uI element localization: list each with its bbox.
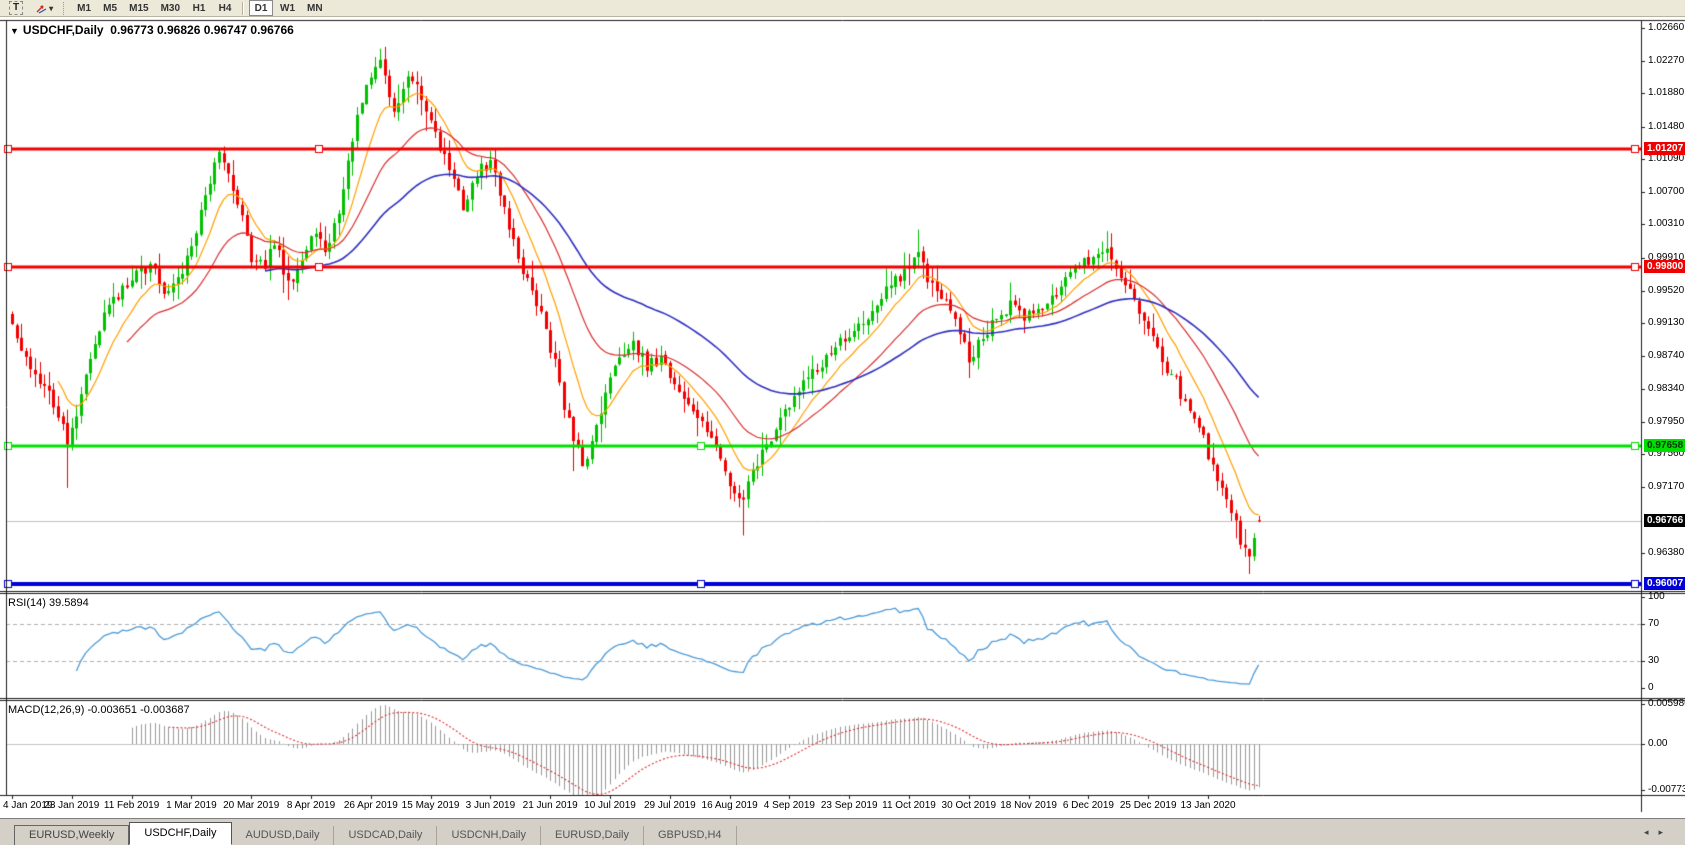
date-axis-label-8: 3 Jun 2019	[466, 800, 516, 811]
price-level-chip-0.99800[interactable]: 0.99800	[1644, 260, 1685, 273]
diagonal-arrows-icon	[35, 3, 48, 14]
price-axis-tick-0.98740: 0.98740	[1648, 350, 1684, 361]
trading-terminal-window: T ▾ M1M5M15M30H1H4 D1W1MN ▼ USDCHF,Daily 0…	[0, 0, 1685, 845]
date-axis-label-1: 23 Jan 2019	[44, 800, 99, 811]
timeframe-button-H4[interactable]: H4	[213, 0, 237, 16]
rsi-axis-tick-70: 70	[1648, 618, 1659, 629]
price-level-chip-0.96007[interactable]: 0.96007	[1644, 577, 1685, 590]
chart-tab-eurusd-daily[interactable]: EURUSD,Daily	[541, 826, 644, 845]
rsi-axis-tick-100: 100	[1648, 591, 1665, 602]
price-axis-tick-0.99130: 0.99130	[1648, 317, 1684, 328]
text-tool-button[interactable]: T	[4, 0, 28, 16]
date-axis-label-17: 18 Nov 2019	[1000, 800, 1057, 811]
price-axis-tick-1.00700: 1.00700	[1648, 186, 1684, 197]
chart-tab-usdcnh-daily[interactable]: USDCNH,Daily	[437, 826, 541, 845]
collapse-triangle-icon: ▼	[10, 26, 19, 36]
date-axis-label-3: 1 Mar 2019	[166, 800, 217, 811]
chart-tabs: EURUSD,WeeklyUSDCHF,DailyAUDUSD,DailyUSD…	[14, 822, 737, 845]
tab-scroll-left-icon[interactable]: ◂	[1644, 827, 1649, 838]
date-axis-label-10: 10 Jul 2019	[584, 800, 636, 811]
date-axis-label-13: 4 Sep 2019	[764, 800, 815, 811]
tab-scroll-controls: ◂ ▸	[1644, 819, 1663, 845]
date-axis-label-7: 15 May 2019	[402, 800, 460, 811]
rsi-axis-tick-30: 30	[1648, 655, 1659, 666]
date-axis-label-15: 11 Oct 2019	[882, 800, 936, 811]
date-axis-label-5: 8 Apr 2019	[287, 800, 335, 811]
timeframe-button-MN[interactable]: MN	[302, 0, 328, 16]
macd-name: MACD(12,26,9)	[8, 704, 84, 716]
tab-scroll-right-icon[interactable]: ▸	[1658, 827, 1663, 838]
price-chart-canvas[interactable]	[0, 17, 1685, 818]
price-axis-tick-1.02660: 1.02660	[1648, 22, 1684, 33]
price-axis-tick-1.02270: 1.02270	[1648, 55, 1684, 66]
date-axis-label-16: 30 Oct 2019	[942, 800, 996, 811]
chart-toolbar: T ▾ M1M5M15M30H1H4 D1W1MN	[0, 0, 1685, 17]
timeframe-button-H1[interactable]: H1	[187, 0, 211, 16]
chart-ohlc-values: 0.96773 0.96826 0.96747 0.96766	[110, 23, 294, 37]
date-axis-label-4: 20 Mar 2019	[223, 800, 279, 811]
macd-axis-tick--0.007737: -0.007737	[1648, 784, 1685, 795]
timeframe-button-D1[interactable]: D1	[249, 0, 273, 16]
chart-area: ▼ USDCHF,Daily 0.96773 0.96826 0.96747 0.…	[0, 17, 1685, 818]
rsi-axis-tick-0: 0	[1648, 682, 1654, 693]
rsi-value: 39.5894	[49, 597, 89, 609]
chart-tab-usdcad-daily[interactable]: USDCAD,Daily	[334, 826, 437, 845]
price-axis-tick-1.00310: 1.00310	[1648, 218, 1684, 229]
price-axis-tick-0.97950: 0.97950	[1648, 416, 1684, 427]
date-axis-label-6: 26 Apr 2019	[344, 800, 398, 811]
timeframe-button-M5[interactable]: M5	[98, 0, 122, 16]
macd-axis-tick-0.005986: 0.005986	[1648, 698, 1685, 709]
price-axis-tick-0.97170: 0.97170	[1648, 481, 1684, 492]
chart-tab-audusd-daily[interactable]: AUDUSD,Daily	[232, 826, 335, 845]
chart-tab-gbpusd-h4[interactable]: GBPUSD,H4	[644, 826, 737, 845]
price-axis-tick-0.96380: 0.96380	[1648, 547, 1684, 558]
arrow-tool-button[interactable]: ▾	[30, 0, 58, 16]
rsi-indicator-label: RSI(14) 39.5894	[8, 597, 89, 609]
timeframe-button-group: M1M5M15M30H1H4 D1W1MN	[72, 0, 327, 16]
price-axis-tick-0.99520: 0.99520	[1648, 285, 1684, 296]
rsi-name: RSI(14)	[8, 597, 46, 609]
timeframe-button-M1[interactable]: M1	[72, 0, 96, 16]
price-axis-tick-1.01880: 1.01880	[1648, 87, 1684, 98]
chart-title: ▼ USDCHF,Daily 0.96773 0.96826 0.96747 0.…	[10, 23, 294, 37]
date-axis-label-12: 16 Aug 2019	[702, 800, 758, 811]
price-level-chip-1.01207[interactable]: 1.01207	[1644, 142, 1685, 155]
macd-axis-tick-0.00: 0.00	[1648, 738, 1667, 749]
timeframe-button-M30[interactable]: M30	[156, 0, 185, 16]
dropdown-caret-icon: ▾	[49, 4, 53, 13]
toolbar-separator	[242, 2, 244, 15]
macd-indicator-label: MACD(12,26,9) -0.003651 -0.003687	[8, 704, 190, 716]
price-level-chip-0.97658[interactable]: 0.97658	[1644, 439, 1685, 452]
date-axis-label-20: 13 Jan 2020	[1180, 800, 1235, 811]
chart-tab-usdchf-daily[interactable]: USDCHF,Daily	[129, 822, 231, 845]
date-axis-label-18: 6 Dec 2019	[1063, 800, 1114, 811]
current-price-chip: 0.96766	[1644, 514, 1685, 527]
chart-tab-eurusd-weekly[interactable]: EURUSD,Weekly	[14, 825, 129, 845]
date-axis-label-2: 11 Feb 2019	[104, 800, 159, 811]
toolbar-grip	[63, 2, 67, 15]
date-axis-label-11: 29 Jul 2019	[644, 800, 696, 811]
timeframe-button-W1[interactable]: W1	[275, 0, 300, 16]
chart-tab-bar: EURUSD,WeeklyUSDCHF,DailyAUDUSD,DailyUSD…	[0, 818, 1685, 845]
text-tool-icon: T	[9, 1, 23, 15]
date-axis-label-9: 21 Jun 2019	[523, 800, 578, 811]
date-axis-label-14: 23 Sep 2019	[821, 800, 878, 811]
date-axis-label-19: 25 Dec 2019	[1120, 800, 1177, 811]
timeframe-button-M15[interactable]: M15	[124, 0, 153, 16]
chart-symbol-label: USDCHF,Daily	[23, 23, 104, 37]
macd-values: -0.003651 -0.003687	[87, 704, 189, 716]
price-axis-tick-0.98340: 0.98340	[1648, 383, 1684, 394]
price-axis-tick-1.01480: 1.01480	[1648, 121, 1684, 132]
